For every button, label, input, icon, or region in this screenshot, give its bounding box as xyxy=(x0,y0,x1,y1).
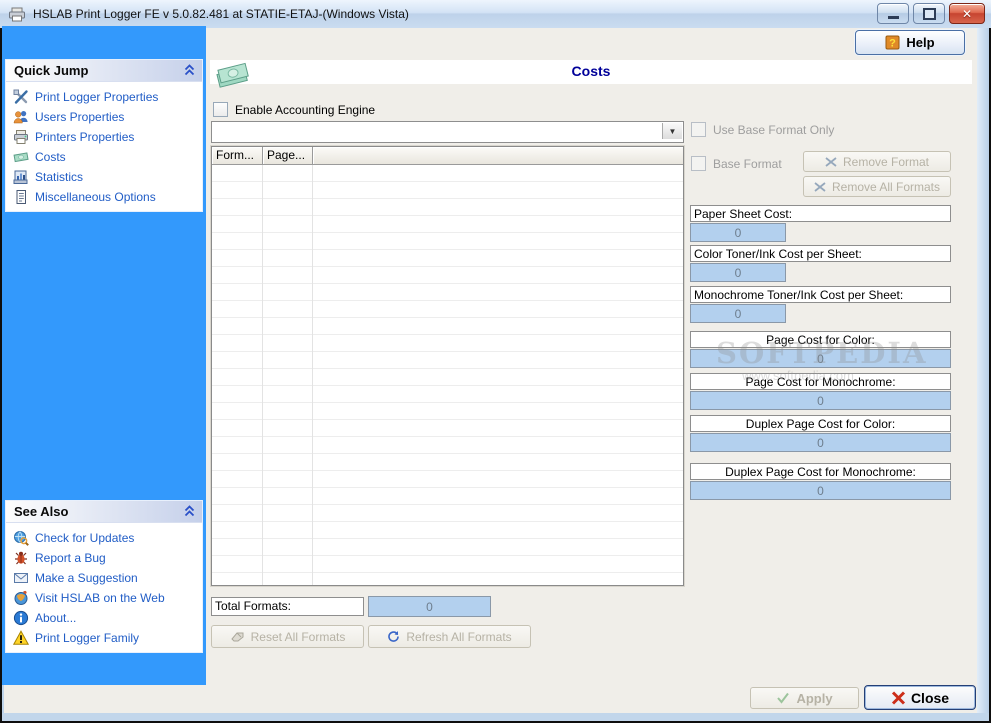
close-icon: ✕ xyxy=(961,6,973,21)
apply-button[interactable]: Apply xyxy=(750,687,859,709)
sidebar-item-label: Users Properties xyxy=(35,110,125,124)
cost-label-duplex-page-cost-for-color: Duplex Page Cost for Color: xyxy=(690,415,951,432)
sidebar-item-make-a-suggestion[interactable]: Make a Suggestion xyxy=(6,568,202,588)
reset-all-formats-label: Reset All Formats xyxy=(250,629,346,644)
sidebar-item-label: About... xyxy=(35,611,77,625)
chevron-double-up-icon[interactable] xyxy=(184,505,195,517)
cost-input-paper-sheet-cost[interactable]: 0 xyxy=(690,223,786,242)
web-icon xyxy=(13,590,29,606)
column-header-filler xyxy=(313,147,683,164)
window-title: HSLAB Print Logger FE v 5.0.82.481 at ST… xyxy=(33,7,409,21)
formats-table-header: Form... Page... xyxy=(212,147,683,165)
column-header[interactable]: Page... xyxy=(263,147,313,164)
document-icon xyxy=(13,189,29,205)
close-label: Close xyxy=(910,689,950,706)
warning-icon xyxy=(13,630,29,646)
enable-accounting-label: Enable Accounting Engine xyxy=(235,102,376,117)
see-also-title: See Also xyxy=(14,504,69,519)
refresh-icon xyxy=(388,631,400,642)
mail-icon xyxy=(13,570,29,586)
close-x-icon xyxy=(891,690,905,705)
sidebar-item-statistics[interactable]: Statistics xyxy=(6,167,202,187)
apply-check-icon xyxy=(777,692,790,704)
sidebar-item-label: Miscellaneous Options xyxy=(35,190,156,204)
money-icon xyxy=(13,149,29,165)
sidebar-item-print-logger-properties[interactable]: Print Logger Properties xyxy=(6,87,202,107)
format-combobox[interactable]: ▼ xyxy=(211,121,684,143)
sidebar: Quick Jump Print Logger Properties Users … xyxy=(2,26,206,685)
sidebar-item-printers-properties[interactable]: Printers Properties xyxy=(6,127,202,147)
cost-label-monochrome-toner-ink-cost-per-sheet: Monochrome Toner/Ink Cost per Sheet: xyxy=(690,286,951,303)
enable-accounting-row: Enable Accounting Engine xyxy=(213,102,375,117)
money-icon-large xyxy=(216,62,249,88)
quick-jump-list: Print Logger Properties Users Properties P… xyxy=(6,82,202,211)
chevron-double-up-icon[interactable] xyxy=(184,64,195,76)
sidebar-item-print-logger-family[interactable]: Print Logger Family xyxy=(6,628,202,648)
close-button[interactable]: Close xyxy=(864,685,976,710)
sidebar-item-label: Costs xyxy=(35,150,66,164)
info-icon xyxy=(13,610,29,626)
cost-label-color-toner-ink-cost-per-sheet: Color Toner/Ink Cost per Sheet: xyxy=(690,245,951,262)
cost-input-color-toner-ink-cost-per-sheet[interactable]: 0 xyxy=(690,263,786,282)
cost-label-page-cost-for-color: Page Cost for Color: xyxy=(690,331,951,348)
sidebar-item-label: Printers Properties xyxy=(35,130,135,144)
cost-input-page-cost-for-monochrome[interactable]: 0 xyxy=(690,391,951,410)
quick-jump-header[interactable]: Quick Jump xyxy=(6,60,202,82)
sidebar-item-about[interactable]: About... xyxy=(6,608,202,628)
sidebar-item-visit-hslab-on-the-web[interactable]: Visit HSLAB on the Web xyxy=(6,588,202,608)
sidebar-item-label: Statistics xyxy=(35,170,84,184)
sidebar-item-label: Print Logger Family xyxy=(35,631,140,645)
apply-label: Apply xyxy=(796,690,833,706)
application-window: HSLAB Print Logger FE v 5.0.82.481 at ST… xyxy=(0,0,991,723)
cost-label-page-cost-for-monochrome: Page Cost for Monochrome: xyxy=(690,373,951,390)
reset-icon xyxy=(230,632,244,642)
see-also-header[interactable]: See Also xyxy=(6,501,202,523)
enable-accounting-checkbox[interactable] xyxy=(213,102,228,117)
window-frame-right xyxy=(977,28,989,713)
chevron-down-icon: ▼ xyxy=(668,126,677,136)
sidebar-item-miscellaneous-options[interactable]: Miscellaneous Options xyxy=(6,187,202,207)
formats-table[interactable]: Form... Page... xyxy=(211,146,684,586)
close-window-button[interactable]: ✕ xyxy=(949,3,985,24)
quick-jump-panel: Quick Jump Print Logger Properties Users … xyxy=(6,60,202,211)
cost-input-duplex-page-cost-for-monochrome[interactable]: 0 xyxy=(690,481,951,500)
refresh-all-formats-button[interactable]: Refresh All Formats xyxy=(368,625,531,648)
cost-fields-panel: Paper Sheet Cost: 0 Color Toner/Ink Cost p… xyxy=(690,0,951,723)
total-formats-label-box: Total Formats: xyxy=(211,597,364,616)
formats-table-body[interactable] xyxy=(212,165,683,585)
sidebar-item-label: Visit HSLAB on the Web xyxy=(35,591,165,605)
refresh-all-formats-label: Refresh All Formats xyxy=(406,629,512,644)
see-also-list: Check for Updates Report a Bug Make a Sugg… xyxy=(6,523,202,652)
reset-all-formats-button[interactable]: Reset All Formats xyxy=(211,625,364,648)
sidebar-item-label: Report a Bug xyxy=(35,551,106,565)
sidebar-item-users-properties[interactable]: Users Properties xyxy=(6,107,202,127)
sidebar-item-label: Print Logger Properties xyxy=(35,90,159,104)
combobox-dropdown-button[interactable]: ▼ xyxy=(662,123,682,139)
total-formats-value: 0 xyxy=(368,596,491,617)
cost-input-duplex-page-cost-for-color[interactable]: 0 xyxy=(690,433,951,452)
users-icon xyxy=(13,109,29,125)
tools-icon xyxy=(13,89,29,105)
sidebar-item-label: Check for Updates xyxy=(35,531,135,545)
sidebar-item-label: Make a Suggestion xyxy=(35,571,138,585)
see-also-panel: See Also Check for Updates Report a Bug Ma… xyxy=(6,501,202,652)
statistics-icon xyxy=(13,169,29,185)
printer-app-icon xyxy=(9,7,25,21)
globe-search-icon xyxy=(13,530,29,546)
cost-input-page-cost-for-color[interactable]: 0 xyxy=(690,349,951,368)
sidebar-item-report-a-bug[interactable]: Report a Bug xyxy=(6,548,202,568)
quick-jump-title: Quick Jump xyxy=(14,63,89,78)
cost-label-paper-sheet-cost: Paper Sheet Cost: xyxy=(690,205,951,222)
cost-input-monochrome-toner-ink-cost-per-sheet[interactable]: 0 xyxy=(690,304,786,323)
sidebar-item-check-for-updates[interactable]: Check for Updates xyxy=(6,528,202,548)
cost-label-duplex-page-cost-for-monochrome: Duplex Page Cost for Monochrome: xyxy=(690,463,951,480)
printer-icon xyxy=(13,129,29,145)
bug-icon xyxy=(13,550,29,566)
sidebar-item-costs[interactable]: Costs xyxy=(6,147,202,167)
column-header[interactable]: Form... xyxy=(212,147,263,164)
